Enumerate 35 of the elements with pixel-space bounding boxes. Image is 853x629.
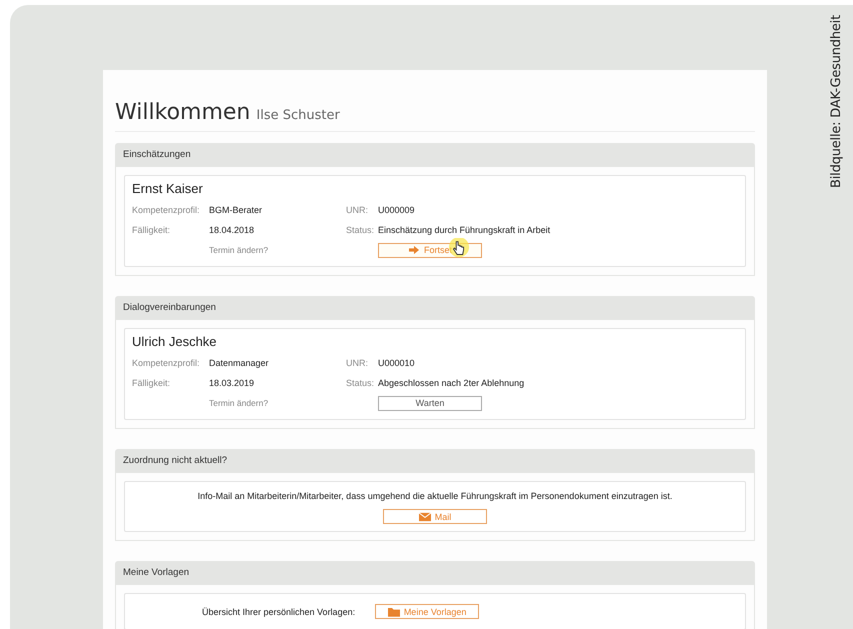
info-text: Info-Mail an Mitarbeiterin/Mitarbeiter, dass umgehend die aktuelle Führungskraft im Personendokument einzutragen ist.	[198, 491, 672, 501]
field-label: Kompetenzprofil:	[132, 205, 201, 215]
page-title: Willkommen	[115, 100, 250, 125]
field-value: BGM-Berater	[209, 205, 264, 215]
field-label: UNR:	[346, 358, 369, 368]
field-value: U000009	[378, 205, 416, 215]
field-label: Kompetenzprofil:	[132, 358, 201, 368]
section-header: Dialogvereinbarungen	[115, 296, 755, 320]
field-value: Einschätzung durch Führungskraft in Arbeit	[378, 225, 552, 235]
field-value: 18.04.2018	[209, 225, 256, 235]
action-button[interactable]: Warten	[378, 396, 482, 410]
field-label: Fälligkeit:	[132, 378, 172, 388]
section-header: Einschätzungen	[115, 143, 755, 167]
person-name: Ernst Kaiser	[132, 181, 204, 196]
field-value: U000010	[378, 358, 416, 368]
field-label: Fälligkeit:	[132, 225, 172, 235]
action-button[interactable]: Mail	[383, 509, 487, 524]
section-header: Zuordnung nicht aktuell?	[115, 449, 755, 473]
action-button[interactable]: Meine Vorlagen	[375, 604, 480, 619]
folder-icon	[388, 606, 400, 616]
field-label: UNR:	[346, 205, 369, 215]
field-label: Status:	[346, 378, 376, 388]
field-label: Status:	[346, 225, 376, 235]
field-value: Datenmanager	[209, 358, 270, 368]
envelope-icon	[418, 512, 431, 522]
field-value: Abgeschlossen nach 2ter Ablehnung	[378, 378, 526, 388]
user-name: Ilse Schuster	[256, 108, 340, 123]
field-value: 18.03.2019	[209, 378, 256, 388]
image-credit: Bildquelle: DAK-Gesundheit	[828, 15, 844, 188]
info-text: Übersicht Ihrer persönlichen Vorlagen:	[202, 606, 356, 616]
change-date-link[interactable]: Termin ändern?	[209, 245, 346, 255]
person-name: Ulrich Jeschke	[132, 334, 218, 349]
change-date-link[interactable]: Termin ändern?	[209, 398, 346, 408]
arrow-icon	[408, 245, 420, 255]
section-header: Meine Vorlagen	[115, 561, 755, 585]
